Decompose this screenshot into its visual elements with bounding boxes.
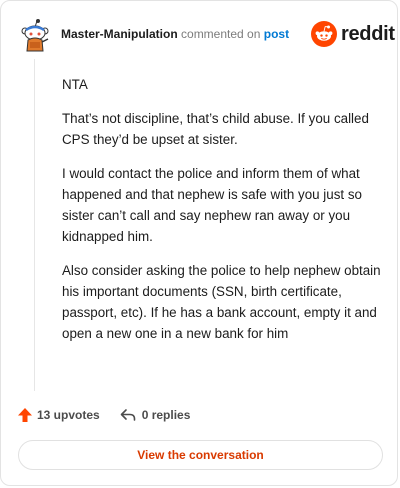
reddit-wordmark: reddit bbox=[341, 22, 395, 45]
reply-arrow-icon bbox=[120, 409, 136, 421]
comment-card: Master-Manipulation commented on post re… bbox=[0, 0, 398, 486]
comment-paragraph: Also consider asking the police to help … bbox=[62, 263, 381, 341]
post-link[interactable]: post bbox=[264, 27, 289, 41]
reddit-logo[interactable]: reddit bbox=[311, 21, 395, 47]
view-conversation-button[interactable]: View the conversation bbox=[18, 440, 383, 470]
comment-paragraph: NTA bbox=[62, 77, 88, 92]
avatar[interactable] bbox=[18, 18, 52, 52]
comment-header: Master-Manipulation commented on post bbox=[61, 27, 289, 41]
commented-on-text: commented on bbox=[181, 27, 261, 41]
username-link[interactable]: Master-Manipulation bbox=[61, 27, 178, 41]
reddit-logo-icon bbox=[311, 21, 337, 47]
upvotes-count: 13 upvotes bbox=[37, 408, 100, 422]
comment-body: NTA That’s not discipline, that’s child … bbox=[62, 74, 382, 357]
actions-row: 13 upvotes 0 replies bbox=[17, 405, 190, 425]
upvote-button[interactable]: 13 upvotes bbox=[17, 407, 100, 423]
comment-paragraph: I would contact the police and inform th… bbox=[62, 166, 363, 244]
upvote-arrow-icon bbox=[18, 408, 32, 422]
replies-button[interactable]: 0 replies bbox=[120, 407, 191, 423]
replies-count: 0 replies bbox=[141, 408, 191, 422]
snoo-avatar-icon bbox=[21, 19, 49, 52]
thread-line bbox=[34, 59, 35, 391]
comment-paragraph: That’s not discipline, that’s child abus… bbox=[62, 111, 369, 147]
